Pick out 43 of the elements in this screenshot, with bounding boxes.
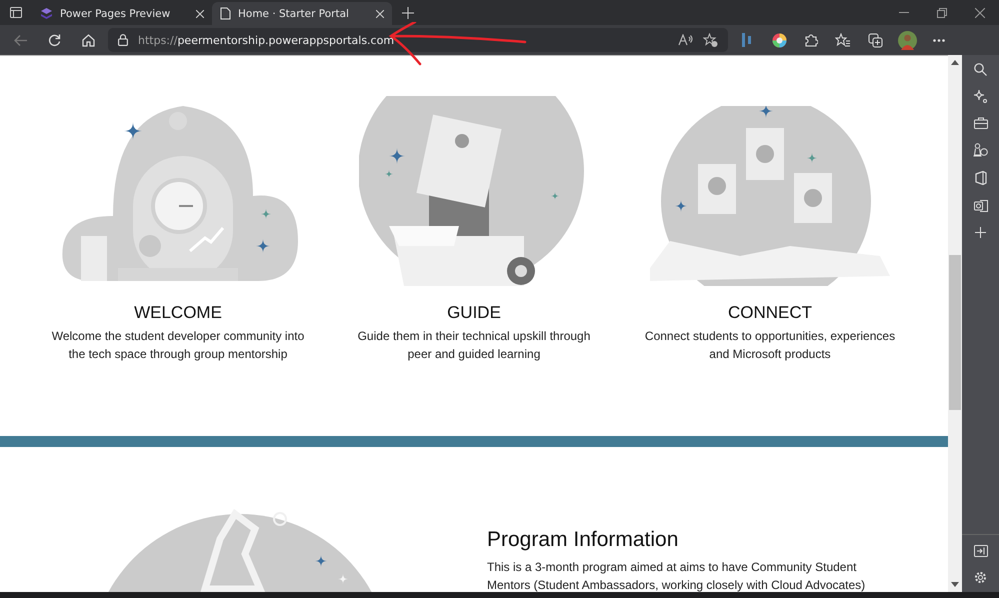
avatar[interactable] bbox=[898, 30, 916, 50]
star-plus-icon[interactable] bbox=[703, 33, 718, 47]
bars-icon[interactable] bbox=[742, 33, 752, 47]
new-tab-icon[interactable] bbox=[402, 6, 414, 18]
feature-title: WELCOME bbox=[134, 302, 222, 321]
program-description: This is a 3-month program aimed at aims to have Community Student Mentors (Student Ambassadors, working closely with Cloud Advocates) bbox=[487, 559, 866, 592]
page-icon bbox=[220, 7, 231, 20]
feature-description: Guide them in their technical upskill through peer and guided learning bbox=[358, 328, 590, 363]
feature-description: Welcome the student developer community into the tech space through group mentorship bbox=[52, 328, 304, 363]
chess-piece-icon[interactable] bbox=[973, 143, 988, 157]
reload-icon[interactable] bbox=[48, 34, 60, 46]
settings-icon[interactable] bbox=[974, 571, 987, 584]
feature-description: Connect students to opportunities, experiences and Microsoft products bbox=[644, 328, 896, 363]
puzzle-icon[interactable] bbox=[804, 33, 818, 47]
hide-sidebar-icon[interactable] bbox=[974, 545, 988, 557]
lock-icon bbox=[118, 34, 128, 46]
add-icon[interactable] bbox=[975, 227, 986, 238]
stacked-layers-icon bbox=[40, 7, 53, 20]
search-icon[interactable] bbox=[974, 63, 987, 76]
section-heading: Program Information bbox=[487, 527, 680, 550]
color-wheel-icon[interactable] bbox=[772, 32, 786, 48]
tab-actions-icon[interactable] bbox=[10, 7, 22, 18]
close-icon[interactable] bbox=[975, 8, 985, 18]
read-aloud-icon[interactable] bbox=[678, 34, 693, 46]
scroll-thumb[interactable] bbox=[949, 255, 961, 410]
close-icon[interactable] bbox=[196, 10, 204, 18]
collections-icon[interactable] bbox=[868, 32, 882, 48]
sparkle-icon[interactable] bbox=[974, 90, 987, 103]
browser-tab[interactable]: Home · Starter Portal bbox=[212, 2, 392, 25]
url-text: https://peermentorship.powerappsportals.com bbox=[138, 34, 396, 46]
scroll-up-icon[interactable] bbox=[951, 60, 959, 65]
favorites-icon[interactable] bbox=[835, 33, 851, 47]
close-icon[interactable] bbox=[376, 10, 384, 18]
address-bar[interactable]: https://peermentorship.powerappsportals.com bbox=[108, 28, 728, 52]
feature-title: GUIDE bbox=[447, 302, 501, 321]
more-icon[interactable] bbox=[933, 38, 945, 42]
scroll-down-icon[interactable] bbox=[951, 582, 959, 587]
feature-title: CONNECT bbox=[728, 302, 812, 321]
restore-icon[interactable] bbox=[937, 8, 947, 18]
briefcase-icon[interactable] bbox=[974, 117, 988, 129]
scrollbar[interactable] bbox=[948, 55, 962, 592]
browser-tab[interactable]: Power Pages Preview bbox=[32, 2, 212, 25]
home-icon[interactable] bbox=[82, 34, 94, 46]
